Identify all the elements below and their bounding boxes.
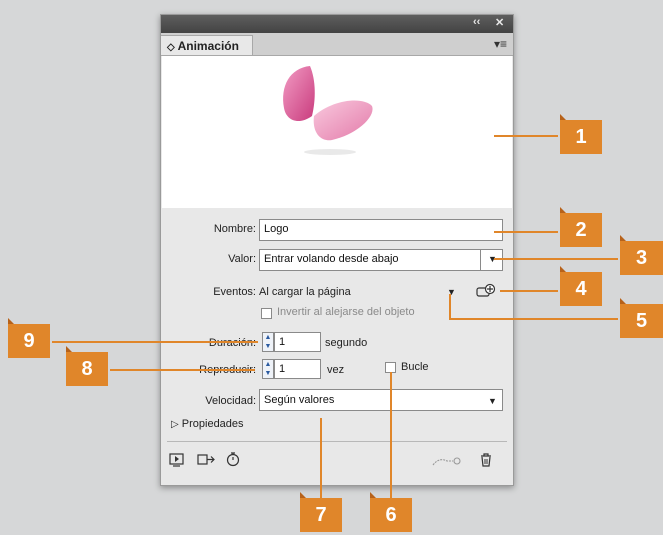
callout-4: 4 [560, 266, 602, 306]
callout-2: 2 [560, 207, 602, 247]
tab-label: Animación [177, 39, 239, 53]
motion-path-icon[interactable] [431, 455, 463, 467]
leader-line-5a [449, 294, 451, 320]
properties-toggle[interactable]: ▷ Propiedades [171, 418, 244, 430]
name-field[interactable]: Logo [259, 219, 503, 241]
panel-titlebar: ‹‹ ✕ [161, 15, 513, 33]
divider [167, 441, 507, 442]
tab-animacion[interactable]: ◇ Animación [161, 35, 253, 55]
callout-7: 7 [300, 492, 342, 532]
leader-line-5b [449, 318, 618, 320]
collapse-icon[interactable]: ‹‹ [473, 16, 480, 28]
duration-unit: segundo [325, 337, 368, 349]
speed-label: Velocidad: [205, 395, 256, 407]
leader-line-3 [494, 258, 618, 260]
leader-line-4 [500, 290, 558, 292]
chevron-down-icon[interactable]: ▼ [488, 396, 497, 406]
name-label: Nombre: [213, 223, 256, 235]
loop-label: Bucle [401, 361, 429, 373]
leader-line-7 [320, 418, 322, 498]
value-dropdown-button[interactable]: ▼ [480, 249, 503, 271]
leader-line-8 [110, 369, 255, 371]
callout-6: 6 [370, 492, 412, 532]
callout-3: 3 [620, 235, 663, 275]
arrow-down-icon[interactable]: ▼ [263, 369, 273, 378]
events-value[interactable]: Al cargar la página [259, 286, 351, 298]
callout-1: 1 [560, 114, 602, 154]
timing-icon[interactable] [225, 451, 241, 467]
callout-5: 5 [620, 298, 663, 338]
animation-preview [162, 56, 512, 208]
properties-label: Propiedades [181, 418, 244, 430]
butterfly-icon [283, 66, 373, 155]
preview-icon[interactable] [169, 453, 185, 467]
duration-label: Duración: [208, 337, 256, 349]
speed-select[interactable]: Según valores [259, 389, 503, 411]
animation-panel: ‹‹ ✕ ◇ Animación ▾≡ Nombre: Logo Valor: … [160, 14, 514, 486]
leader-line-9 [52, 341, 258, 343]
value-select[interactable]: Entrar volando desde abajo [259, 249, 481, 271]
value-label: Valor: [228, 253, 256, 265]
arrow-down-icon[interactable]: ▼ [263, 342, 273, 351]
panel-menu-icon[interactable]: ▾≡ [494, 37, 507, 51]
triangle-right-icon: ▷ [171, 419, 179, 430]
arrow-up-icon[interactable]: ▲ [263, 360, 273, 369]
duration-stepper[interactable]: ▲ ▼ [262, 332, 274, 352]
add-event-icon[interactable] [475, 283, 497, 299]
leader-line-6 [390, 372, 392, 498]
repeat-unit: vez [327, 364, 345, 376]
show-animation-icon[interactable] [197, 453, 217, 467]
callout-9: 9 [8, 318, 50, 358]
duration-field[interactable]: 1 [274, 332, 321, 352]
invert-checkbox[interactable] [261, 308, 272, 319]
tab-arrows-icon: ◇ [167, 42, 175, 53]
close-icon[interactable]: ✕ [495, 16, 504, 29]
arrow-up-icon[interactable]: ▲ [263, 333, 273, 342]
trash-icon[interactable] [479, 452, 493, 468]
leader-line-1 [494, 135, 558, 137]
events-label: Eventos: [213, 286, 256, 298]
invert-label: Invertir al alejarse del objeto [277, 306, 415, 318]
repeat-stepper[interactable]: ▲ ▼ [262, 359, 274, 379]
tab-row: ◇ Animación ▾≡ [161, 33, 513, 56]
leader-line-2 [494, 231, 558, 233]
repeat-field[interactable]: 1 [274, 359, 321, 379]
callout-8: 8 [66, 346, 108, 386]
